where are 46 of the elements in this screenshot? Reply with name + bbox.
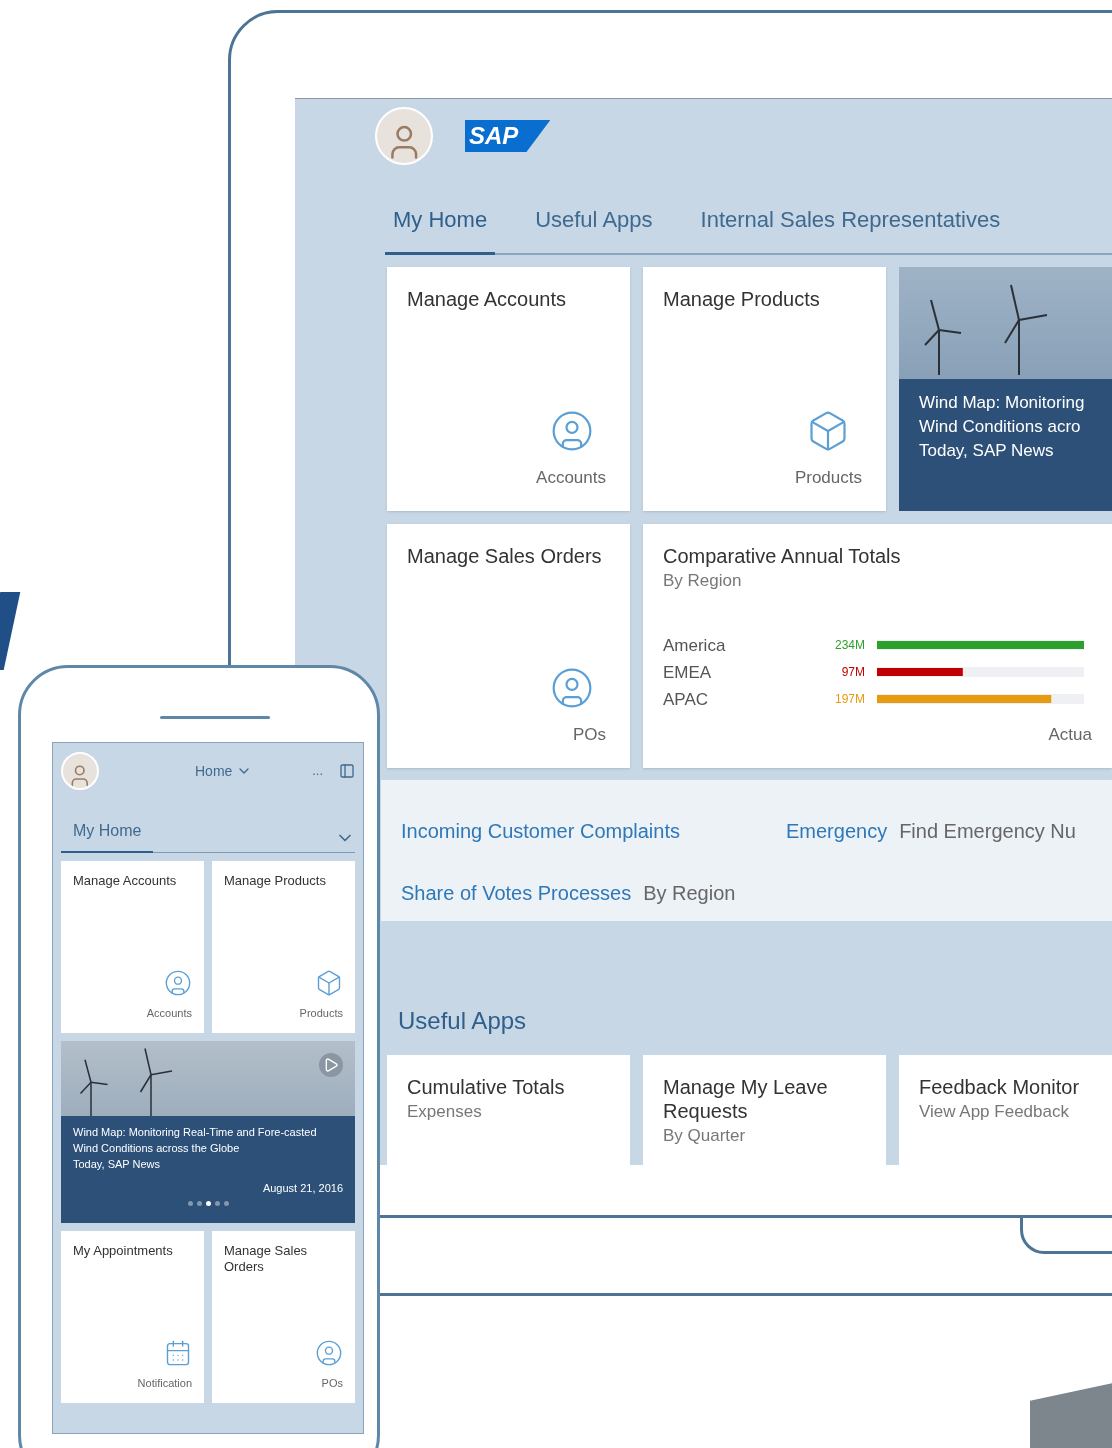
box-icon (315, 968, 343, 997)
value-label: 197M (833, 691, 865, 709)
news-source: Today, SAP News (73, 1157, 162, 1172)
news-text: Today, SAP News (919, 439, 1055, 462)
app-tile[interactable]: Manage Sales Orders POs (212, 1231, 355, 1403)
nav-tab[interactable]: Internal Sales Representatives (692, 202, 1009, 255)
app-tile[interactable]: Manage Accounts Accounts (61, 861, 204, 1033)
news-tile[interactable]: Wind Map: Monitoring Real-Time and Fore-casted Wind Conditions across the Globe Today, SAP News August 21, 2016 (61, 1041, 355, 1223)
avatar[interactable] (61, 752, 99, 790)
person-icon (315, 1338, 343, 1367)
phone-tab[interactable]: My Home (61, 819, 154, 853)
tile-link[interactable]: Share of Votes Processes (401, 878, 632, 909)
app-tile[interactable]: Manage Products Products (643, 266, 886, 511)
category-label: APAC (663, 688, 710, 711)
section-title: Useful Apps (398, 1006, 528, 1036)
category-label: EMEA (663, 661, 713, 684)
value-label: 97M (840, 664, 865, 682)
app-tile[interactable]: My Appointments Notification (61, 1231, 204, 1403)
app-tile[interactable]: Manage Accounts Accounts (387, 266, 630, 511)
home-menu[interactable]: Home (195, 760, 253, 782)
legend-label: Actua (1048, 724, 1092, 747)
news-text: Wind Map: Monitoring (919, 391, 1086, 414)
news-date: August 21, 2016 (262, 1181, 343, 1196)
news-text: Wind Conditions acro (919, 415, 1082, 438)
tile-link[interactable]: Emergency (786, 815, 888, 846)
calendar-icon (164, 1338, 192, 1367)
app-tile[interactable]: Manage Products Products (212, 861, 355, 1033)
value-label: 234M (833, 637, 865, 655)
news-tile[interactable]: Wind Map: Monitoring Wind Conditions acro Today, SAP News (899, 266, 1112, 511)
link-subtitle: Find Emergency Nu (899, 818, 1076, 844)
nav-tab[interactable]: My Home (385, 202, 496, 255)
tile-link[interactable]: Incoming Customer Complaints (401, 815, 680, 846)
person-icon (164, 968, 192, 997)
news-headline: Wind Map: Monitoring Real-Time and Fore-casted Wind Conditions across the Globe (73, 1125, 318, 1156)
nav-tab[interactable]: Useful Apps (527, 202, 661, 255)
menu-icon[interactable] (339, 763, 355, 779)
play-icon[interactable] (319, 1053, 343, 1077)
category-label: America (663, 634, 727, 657)
link-subtitle: By Region (643, 881, 736, 907)
app-tile[interactable]: Manage My Leave Requests By Quarter (643, 1055, 886, 1165)
app-tile[interactable]: Cumulative Totals Expenses (387, 1055, 630, 1165)
more-icon[interactable]: ... (312, 761, 323, 781)
app-tile[interactable]: Manage Sales Orders POs (387, 523, 630, 768)
app-tile[interactable]: Feedback Monitor View App Feedback (899, 1055, 1112, 1165)
chart-tile[interactable]: Comparative Annual Totals By Region America 234M EMEA 97M APAC 197M Actua (643, 523, 1112, 768)
sap-logo: SAP (465, 119, 551, 152)
